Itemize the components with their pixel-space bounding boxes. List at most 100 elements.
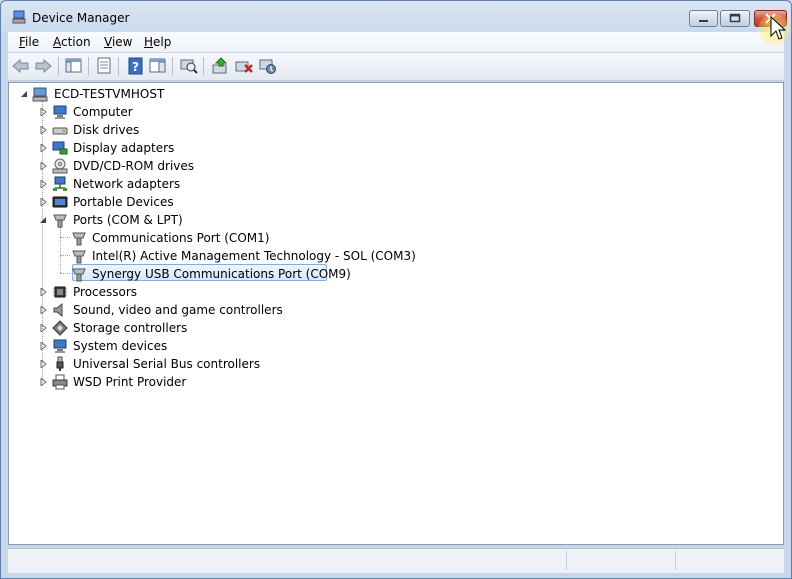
tree-node-label: Sound, video and game controllers [73,303,283,317]
uninstall-icon[interactable] [234,57,254,75]
tree-node-label: System devices [73,339,168,353]
tree-node-ports[interactable]: Ports (COM & LPT) [9,211,309,229]
tree-node-com3[interactable]: Intel(R) Active Management Technology - … [9,247,416,265]
processor-icon [53,286,67,298]
speaker-icon [53,302,63,318]
action-pane-icon[interactable] [148,57,168,75]
collapse-arrow-icon[interactable] [20,90,28,98]
tree-root[interactable]: ECD-TESTVMHOST [9,85,309,103]
tree-node-com9[interactable]: Synergy USB Communications Port (COM9) [9,265,409,283]
disable-device-icon[interactable] [258,57,278,75]
port-icon [72,268,86,282]
toolbar-separator [118,57,119,76]
tree-node-label: Network adapters [73,177,181,191]
display-adapter-icon [52,141,68,155]
maximize-button[interactable] [720,10,750,27]
expand-arrow-icon[interactable] [39,108,47,116]
storage-controller-icon [52,320,68,336]
device-manager-icon [12,10,26,24]
expand-arrow-icon[interactable] [39,324,47,332]
tree-node-label: Storage controllers [73,321,188,335]
tree-node-storage[interactable]: Storage controllers [9,319,309,337]
tree-node-label: WSD Print Provider [73,375,187,389]
computer-icon [53,105,67,119]
properties-icon[interactable] [94,57,114,75]
tree-node-label: Computer [73,105,133,119]
toolbar: ? [8,53,784,81]
computer-host-icon [32,87,48,102]
expand-arrow-icon[interactable] [39,378,47,386]
expand-arrow-icon[interactable] [39,126,47,134]
status-pane-divider [675,551,676,570]
dvd-drive-icon [52,158,68,174]
menu-view-rest: iew [111,35,133,49]
minimize-button[interactable] [689,10,718,27]
expand-arrow-icon[interactable] [39,198,47,206]
tree-node-dvd-drives[interactable]: DVD/CD-ROM drives [9,157,309,175]
toolbar-separator [88,57,89,76]
toolbar-separator [203,57,204,76]
back-arrow-icon[interactable] [11,57,31,75]
expand-arrow-icon[interactable] [39,288,47,296]
printer-icon [52,374,68,390]
port-icon [72,250,86,264]
console-tree-icon[interactable] [64,57,84,75]
disk-drive-icon [52,127,68,135]
help-icon[interactable]: ? [126,57,146,75]
expand-arrow-icon[interactable] [39,306,47,314]
tree-node-system-devices[interactable]: System devices [9,337,309,355]
tree-node-label: Universal Serial Bus controllers [73,357,261,371]
tree-node-label: Processors [73,285,138,299]
tree-root-label: ECD-TESTVMHOST [54,87,165,101]
menu-view[interactable]: View [104,35,132,49]
tree-node-disk-drives[interactable]: Disk drives [9,121,309,139]
toolbar-separator [172,57,173,76]
tree-node-display-adapters[interactable]: Display adapters [9,139,309,157]
tree-node-label: Synergy USB Communications Port (COM9) [92,267,351,281]
tree-node-label: Disk drives [73,123,140,137]
expand-arrow-icon[interactable] [39,144,47,152]
tree-node-wsd-print[interactable]: WSD Print Provider [9,373,309,391]
expand-arrow-icon[interactable] [39,162,47,170]
usb-icon [56,356,64,371]
tree-node-usb[interactable]: Universal Serial Bus controllers [9,355,309,373]
tree-node-label: Ports (COM & LPT) [73,213,183,227]
menu-file-rest: ile [25,35,40,49]
tree-node-sound[interactable]: Sound, video and game controllers [9,301,309,319]
expand-arrow-icon[interactable] [39,360,47,368]
status-pane-divider [566,551,567,570]
maximize-icon [729,13,741,23]
port-icon [53,214,67,228]
menu-action-accel: A [53,35,61,49]
menu-view-accel: V [104,35,112,49]
expand-arrow-icon[interactable] [39,180,47,188]
device-tree[interactable]: ECD-TESTVMHOST Computer Disk drives Disp… [8,82,784,545]
tree-node-label: Display adapters [73,141,175,155]
forward-arrow-icon[interactable] [33,57,53,75]
portable-device-icon [52,196,68,208]
svg-text:?: ? [132,60,139,74]
tree-node-computer[interactable]: Computer [9,103,309,121]
tree-node-label: DVD/CD-ROM drives [73,159,195,173]
collapse-arrow-icon[interactable] [39,216,47,224]
status-bar [8,548,784,573]
network-adapter-icon [53,176,67,191]
port-icon [72,232,86,246]
expand-arrow-icon[interactable] [39,342,47,350]
tree-node-network-adapters[interactable]: Network adapters [9,175,309,193]
title-bar[interactable]: Device Manager [1,1,791,32]
update-driver-icon[interactable] [211,57,231,75]
tree-node-processors[interactable]: Processors [9,283,309,301]
scan-hardware-icon[interactable] [179,57,199,75]
tree-node-portable-devices[interactable]: Portable Devices [9,193,309,211]
mouse-cursor-icon [770,16,786,40]
menu-file[interactable]: File [19,35,39,49]
system-device-icon [53,339,67,353]
tree-node-com1[interactable]: Communications Port (COM1) [9,229,409,247]
device-manager-window: Device Manager File Action View Help ? E… [0,0,792,579]
minimize-icon [699,20,708,22]
menu-action[interactable]: Action [53,35,91,49]
menu-help-rest: elp [153,35,172,49]
tree-node-label: Communications Port (COM1) [92,231,270,245]
menu-help[interactable]: Help [144,35,171,49]
